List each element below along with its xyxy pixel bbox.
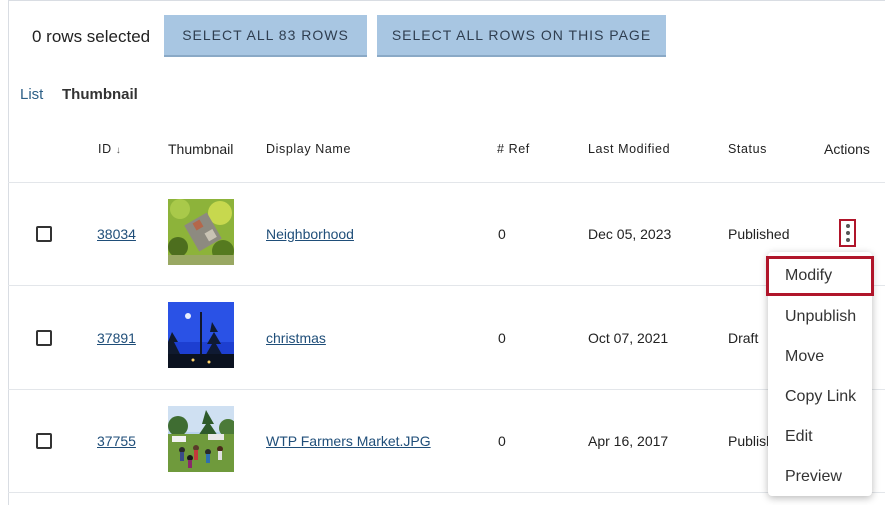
display-name-link[interactable]: WTP Farmers Market.JPG: [266, 433, 431, 449]
table-row: 37891 christmas 0 Oct 07, 2021 Draft: [8, 286, 885, 389]
table-row: 38034 Neighborhood 0 Dec 05, 2023 Publis…: [8, 183, 885, 286]
row-actions-kebab-icon[interactable]: [839, 219, 856, 247]
ref-count: 0: [498, 330, 506, 346]
last-modified: Dec 05, 2023: [588, 226, 672, 242]
thumbnail-image[interactable]: [168, 406, 234, 472]
row-checkbox[interactable]: [36, 433, 52, 449]
row-checkbox[interactable]: [36, 226, 52, 242]
row-id-link[interactable]: 38034: [97, 226, 136, 242]
row-actions-menu: Modify Unpublish Move Copy Link Edit Pre…: [766, 252, 874, 497]
view-thumbnail-tab[interactable]: Thumbnail: [62, 86, 138, 103]
column-header-ref[interactable]: # Ref: [497, 142, 530, 156]
column-header-actions: Actions: [824, 141, 870, 157]
thumbnail-image[interactable]: [168, 199, 234, 265]
menu-item-modify[interactable]: Modify: [766, 256, 874, 296]
row-checkbox[interactable]: [36, 330, 52, 346]
view-list-tab[interactable]: List: [20, 86, 43, 103]
last-modified: Apr 16, 2017: [588, 433, 669, 449]
menu-item-preview[interactable]: Preview: [768, 457, 872, 497]
thumbnail-image[interactable]: [168, 302, 234, 368]
sort-descending-icon: ↓: [115, 145, 122, 156]
menu-item-move[interactable]: Move: [768, 337, 872, 377]
column-header-status[interactable]: Status: [728, 142, 767, 156]
table-row: 37755 WTP Farmers Market.JPG 0 Apr 16, 2…: [8, 390, 885, 493]
column-header-thumbnail: Thumbnail: [168, 141, 234, 157]
column-header-display-name[interactable]: Display Name: [266, 142, 351, 156]
column-header-id[interactable]: ID ↓: [98, 142, 121, 156]
row-id-link[interactable]: 37755: [97, 433, 136, 449]
menu-item-edit[interactable]: Edit: [768, 417, 872, 457]
display-name-link[interactable]: christmas: [266, 330, 326, 346]
status-text: Published: [728, 226, 790, 242]
status-text: Draft: [728, 330, 759, 346]
row-id-link[interactable]: 37891: [97, 330, 136, 346]
row-divider: [8, 492, 885, 493]
last-modified: Oct 07, 2021: [588, 330, 669, 346]
ref-count: 0: [498, 433, 506, 449]
select-all-rows-button[interactable]: SELECT ALL 83 ROWS: [164, 15, 367, 57]
menu-item-unpublish[interactable]: Unpublish: [768, 297, 872, 337]
rows-selected-count: 0 rows selected: [32, 27, 151, 46]
column-header-id-label: ID: [98, 142, 112, 156]
ref-count: 0: [498, 226, 506, 242]
display-name-link[interactable]: Neighborhood: [266, 226, 354, 242]
menu-item-copy-link[interactable]: Copy Link: [768, 377, 872, 417]
select-page-rows-button[interactable]: SELECT ALL ROWS ON THIS PAGE: [377, 15, 666, 57]
column-header-last-modified[interactable]: Last Modified: [588, 142, 670, 156]
